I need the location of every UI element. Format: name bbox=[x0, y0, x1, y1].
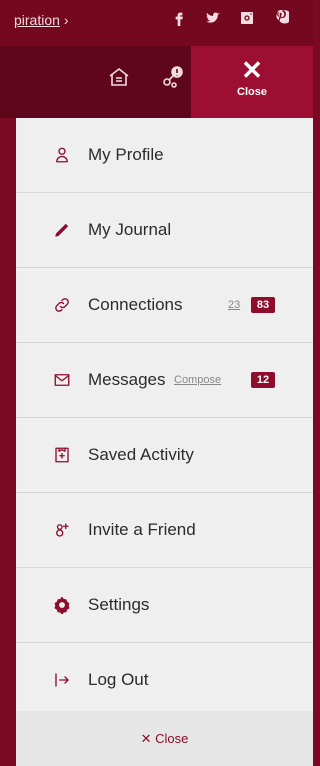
compose-link[interactable]: Compose bbox=[174, 374, 221, 386]
menu-item-label: Log Out bbox=[88, 670, 149, 689]
messages-badge: 12 bbox=[251, 372, 275, 388]
menu-item-label: My Profile bbox=[88, 145, 164, 164]
menu-item-invite-a-friend[interactable]: Invite a Friend bbox=[16, 493, 313, 568]
twitter-icon[interactable] bbox=[205, 10, 221, 26]
close-icon: ✕ bbox=[241, 55, 263, 85]
breadcrumb[interactable]: piration › bbox=[14, 12, 68, 28]
bookmark-plus-icon bbox=[52, 445, 72, 465]
connections-count-link[interactable]: 23 bbox=[228, 299, 240, 311]
menu-item-my-profile[interactable]: My Profile bbox=[16, 118, 313, 193]
breadcrumb-chevron: › bbox=[63, 12, 69, 28]
menu-item-messages[interactable]: Messages Compose 12 bbox=[16, 343, 313, 418]
top-strip: piration › bbox=[0, 0, 313, 46]
menu-item-label: Connections bbox=[88, 295, 183, 314]
pinterest-icon[interactable] bbox=[273, 10, 289, 26]
logout-icon bbox=[52, 670, 72, 690]
page-underlay bbox=[0, 118, 16, 766]
close-label: Close bbox=[237, 86, 267, 98]
home-icon[interactable] bbox=[104, 62, 134, 92]
gear-icon bbox=[52, 595, 72, 615]
menu-item-settings[interactable]: Settings bbox=[16, 568, 313, 643]
menu-item-label: Messages bbox=[88, 370, 166, 389]
menu-item-label: Saved Activity bbox=[88, 445, 194, 464]
add-user-icon bbox=[52, 520, 72, 540]
connections-badge: 83 bbox=[251, 297, 275, 313]
menu-item-saved-activity[interactable]: Saved Activity bbox=[16, 418, 313, 493]
link-icon bbox=[52, 295, 72, 315]
facebook-icon[interactable] bbox=[171, 10, 187, 26]
side-menu: My Profile My Journal Connections 23 83 … bbox=[16, 118, 313, 718]
menu-item-label: Invite a Friend bbox=[88, 520, 196, 539]
menu-item-label: Settings bbox=[88, 595, 150, 614]
pencil-icon bbox=[52, 220, 72, 240]
social-links bbox=[171, 10, 289, 26]
header-icons bbox=[104, 62, 188, 92]
close-menu-bottom-button[interactable]: ✕ Close bbox=[16, 731, 313, 747]
menu-item-log-out[interactable]: Log Out bbox=[16, 643, 313, 718]
breadcrumb-link[interactable]: piration bbox=[14, 12, 60, 28]
menu-item-label: My Journal bbox=[88, 220, 172, 239]
close-menu-button[interactable]: ✕ Close bbox=[191, 46, 313, 118]
user-icon bbox=[52, 145, 72, 165]
menu-footer: ✕ Close bbox=[16, 711, 313, 766]
connections-alert-icon[interactable] bbox=[158, 62, 188, 92]
envelope-icon bbox=[52, 370, 72, 390]
instagram-icon[interactable] bbox=[239, 10, 255, 26]
menu-item-my-journal[interactable]: My Journal bbox=[16, 193, 313, 268]
menu-item-connections[interactable]: Connections 23 83 bbox=[16, 268, 313, 343]
